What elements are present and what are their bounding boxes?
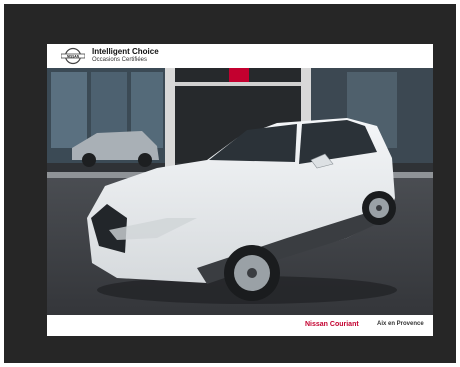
listing-card: NISSAN Intelligent Choice Occasions Cert… [47, 44, 433, 336]
brand-tagline: Occasions Certifiées [92, 57, 148, 63]
svg-text:NISSAN: NISSAN [67, 54, 80, 58]
listing-frame: NISSAN Intelligent Choice Occasions Cert… [4, 4, 456, 363]
dealer-footer: Nissan Couriant Aix en Provence [47, 315, 433, 336]
brand-title: Intelligent Choice [92, 47, 159, 56]
dealer-city: Aix en Provence [377, 321, 424, 327]
dealer-name: Nissan Couriant [305, 321, 359, 328]
car-photo [47, 68, 433, 315]
brand-header: NISSAN Intelligent Choice Occasions Cert… [47, 44, 433, 68]
nissan-logo-icon: NISSAN [61, 47, 85, 65]
